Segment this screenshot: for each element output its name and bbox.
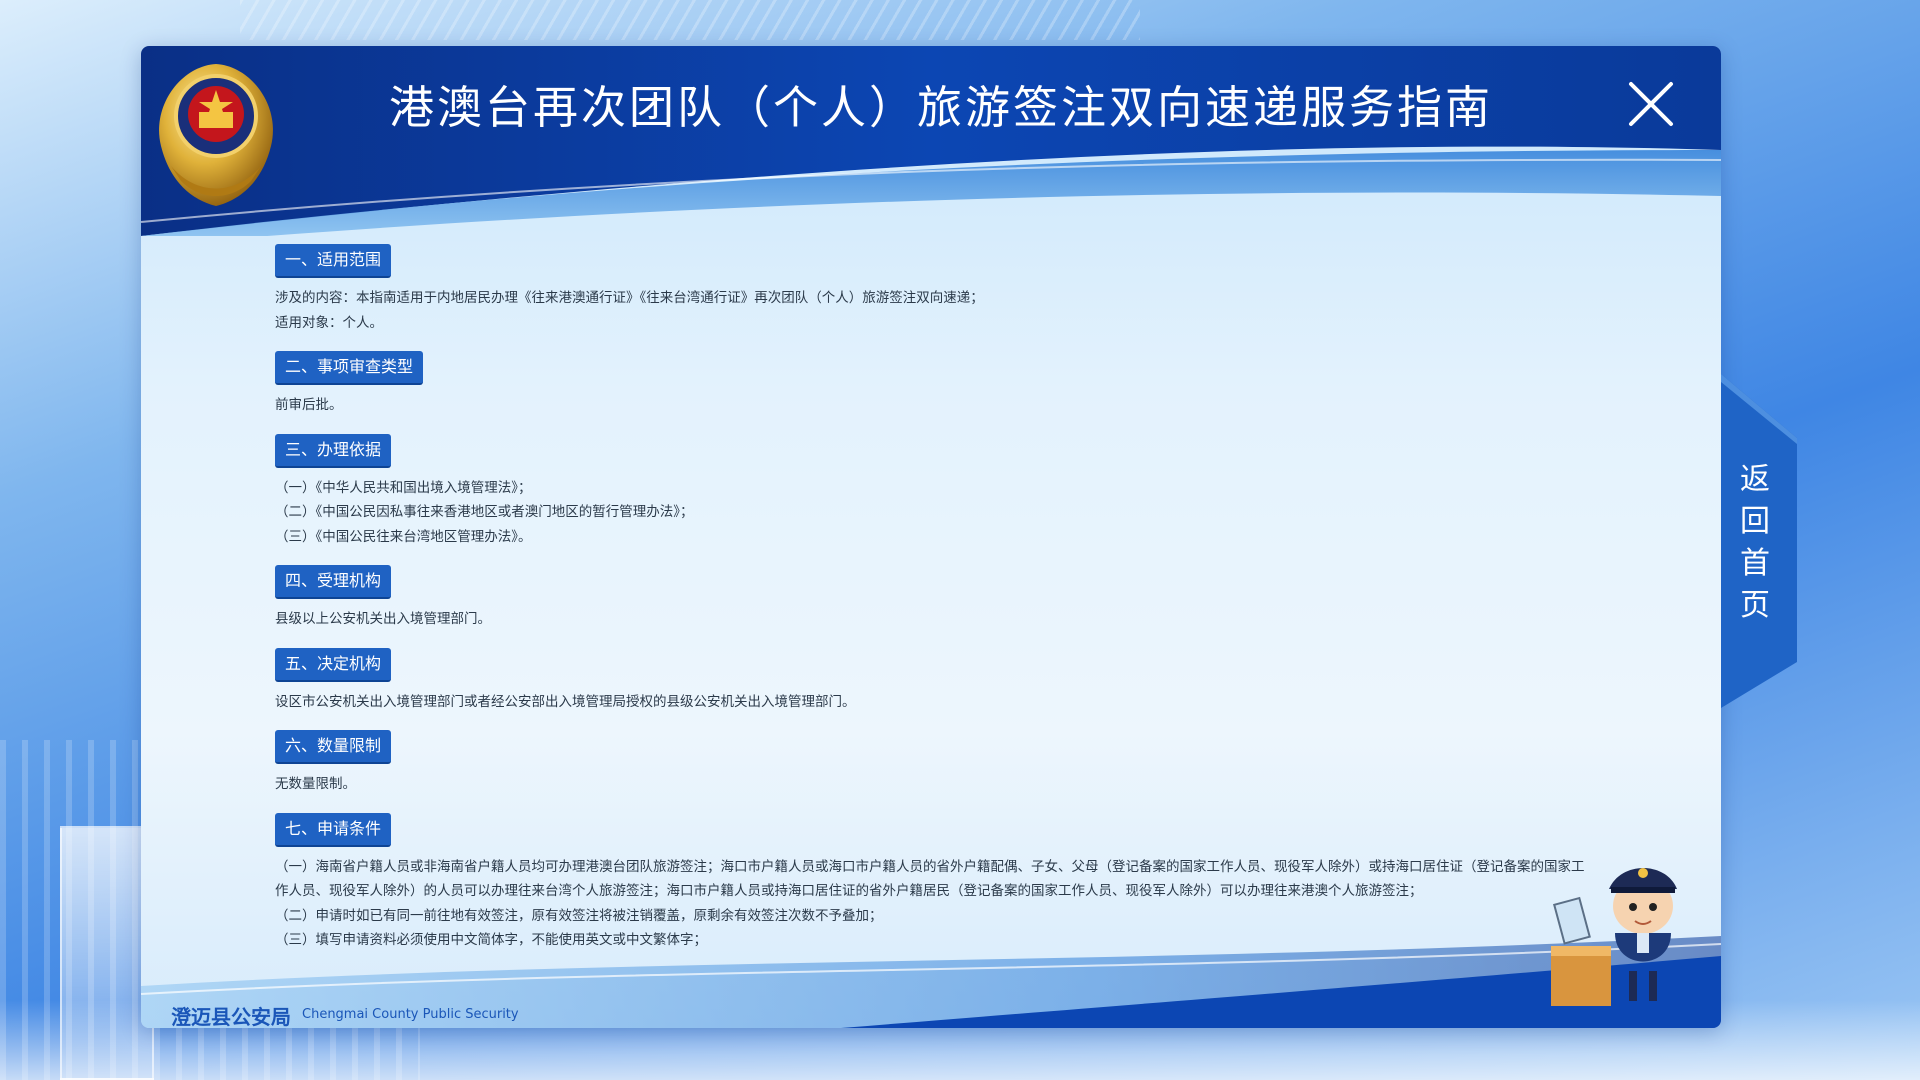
panel-header: 港澳台再次团队（个人）旅游签注双向速递服务指南: [141, 46, 1721, 236]
section-deciding-agency: 五、决定机构 设区市公安机关出入境管理部门或者经公安部出入境管理局授权的县级公安…: [275, 647, 1595, 715]
back-home-button[interactable]: 返回首页: [1721, 374, 1797, 708]
footer-brand-cn: 澄迈县公安局: [171, 1005, 291, 1028]
page-title: 港澳台再次团队（个人）旅游签注双向速递服务指南: [388, 81, 1493, 134]
section-legal-basis: 三、办理依据 （一）《中华人民共和国出境入境管理法》； （二）《中国公民因私事往…: [275, 433, 1595, 550]
section-text: （三）《中国公民往来台湾地区管理办法》。: [275, 528, 532, 545]
section-text: 适用对象：个人。: [275, 314, 383, 331]
section-text: （一）海南省户籍人员或非海南省户籍人员均可办理港澳台团队旅游签注；海口市户籍人员…: [275, 858, 1585, 900]
police-emblem-icon: [159, 64, 273, 206]
section-title: 三、办理依据: [275, 433, 392, 468]
section-text: 涉及的内容：本指南适用于内地居民办理《往来港澳通行证》《往来台湾通行证》再次团队…: [275, 290, 984, 306]
police-mascot-icon: [1551, 868, 1677, 1006]
section-accepting-agency: 四、受理机构 县级以上公安机关出入境管理部门。: [275, 565, 1595, 632]
section-quantity-limit: 六、数量限制 无数量限制。: [275, 730, 1595, 797]
section-title: 四、受理机构: [275, 565, 392, 599]
section-title: 五、决定机构: [275, 647, 392, 682]
section-text: （二）申请时如已有同一前往地有效签注，原有效签注将被注销覆盖，原剩余有效签注次数…: [275, 907, 883, 924]
section-text: 无数量限制。: [275, 776, 356, 792]
panel-footer: 澄迈县公安局 Chengmai County Public Security: [141, 936, 1721, 1028]
background-streaks: [240, 0, 1140, 40]
section-title: 一、适用范围: [275, 244, 392, 278]
close-button[interactable]: [1621, 74, 1681, 134]
section-review-type: 二、事项审查类型 前审后批。: [275, 351, 1595, 418]
section-text: 县级以上公安机关出入境管理部门。: [275, 611, 491, 627]
section-title: 七、申请条件: [275, 812, 392, 847]
section-text: （二）《中国公民因私事往来香港地区或者澳门地区的暂行管理办法》；: [275, 504, 694, 520]
guide-panel: 港澳台再次团队（个人）旅游签注双向速递服务指南 一、适用范围 涉及的内容：本指南…: [141, 46, 1721, 1028]
section-title: 六、数量限制: [275, 730, 392, 764]
section-conditions: 七、申请条件 （一）海南省户籍人员或非海南省户籍人员均可办理港澳台团队旅游签注；…: [275, 812, 1595, 953]
back-home-label: 返回首页: [1740, 462, 1770, 623]
guide-content: 一、适用范围 涉及的内容：本指南适用于内地居民办理《往来港澳通行证》《往来台湾通…: [275, 244, 1595, 969]
section-text: 设区市公安机关出入境管理部门或者经公安部出入境管理局授权的县级公安机关出入境管理…: [275, 693, 856, 710]
footer-brand-en: Chengmai County Public Security: [302, 1007, 519, 1022]
section-text: 前审后批。: [275, 397, 343, 413]
section-text: （一）《中华人民共和国出境入境管理法》；: [275, 479, 532, 496]
section-scope: 一、适用范围 涉及的内容：本指南适用于内地居民办理《往来港澳通行证》《往来台湾通…: [275, 244, 1595, 335]
close-icon: [1629, 82, 1673, 126]
section-title: 二、事项审查类型: [275, 351, 424, 385]
